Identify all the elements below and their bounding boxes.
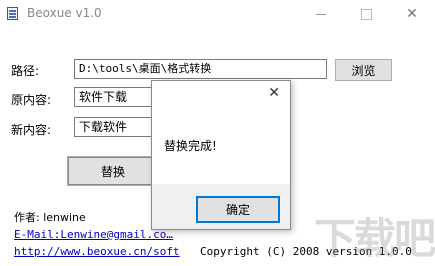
- new-content-input[interactable]: 下载软件: [74, 117, 154, 137]
- email-link[interactable]: E-Mail:Lenwine@gmail.co…: [14, 228, 173, 241]
- dialog-message: 替换完成!: [164, 139, 217, 153]
- window-title: Beoxue v1.0: [27, 6, 102, 20]
- title-bar[interactable]: Beoxue v1.0 ✕: [0, 0, 435, 28]
- original-content-input[interactable]: 软件下载: [74, 87, 154, 107]
- website-link[interactable]: http://www.beoxue.cn/soft: [14, 245, 180, 258]
- new-content-label: 新内容:: [11, 123, 52, 137]
- ok-button[interactable]: 确定: [196, 196, 280, 223]
- watermark-logo: 下载吧: [314, 214, 435, 263]
- main-window: Beoxue v1.0 ✕ 路径: D:\tools\桌面\格式转换 浏览 原内…: [0, 0, 435, 266]
- author-text: 作者: lenwine: [14, 211, 86, 224]
- close-button[interactable]: ✕: [389, 0, 435, 28]
- dialog-footer: 确定: [152, 184, 290, 229]
- browse-button[interactable]: 浏览: [335, 59, 392, 81]
- maximize-button[interactable]: [343, 0, 389, 28]
- maximize-icon: [360, 8, 372, 20]
- path-label: 路径:: [11, 64, 40, 78]
- close-icon: ✕: [406, 6, 418, 22]
- replace-button[interactable]: 替换: [67, 156, 159, 186]
- dialog-close-icon[interactable]: ✕: [268, 85, 280, 101]
- minimize-button[interactable]: [298, 0, 344, 28]
- message-dialog: ✕ 替换完成! 确定: [151, 80, 291, 230]
- path-input[interactable]: D:\tools\桌面\格式转换: [74, 59, 327, 79]
- minimize-icon: [316, 13, 326, 15]
- original-content-label: 原内容:: [11, 93, 52, 107]
- app-icon: [7, 7, 18, 20]
